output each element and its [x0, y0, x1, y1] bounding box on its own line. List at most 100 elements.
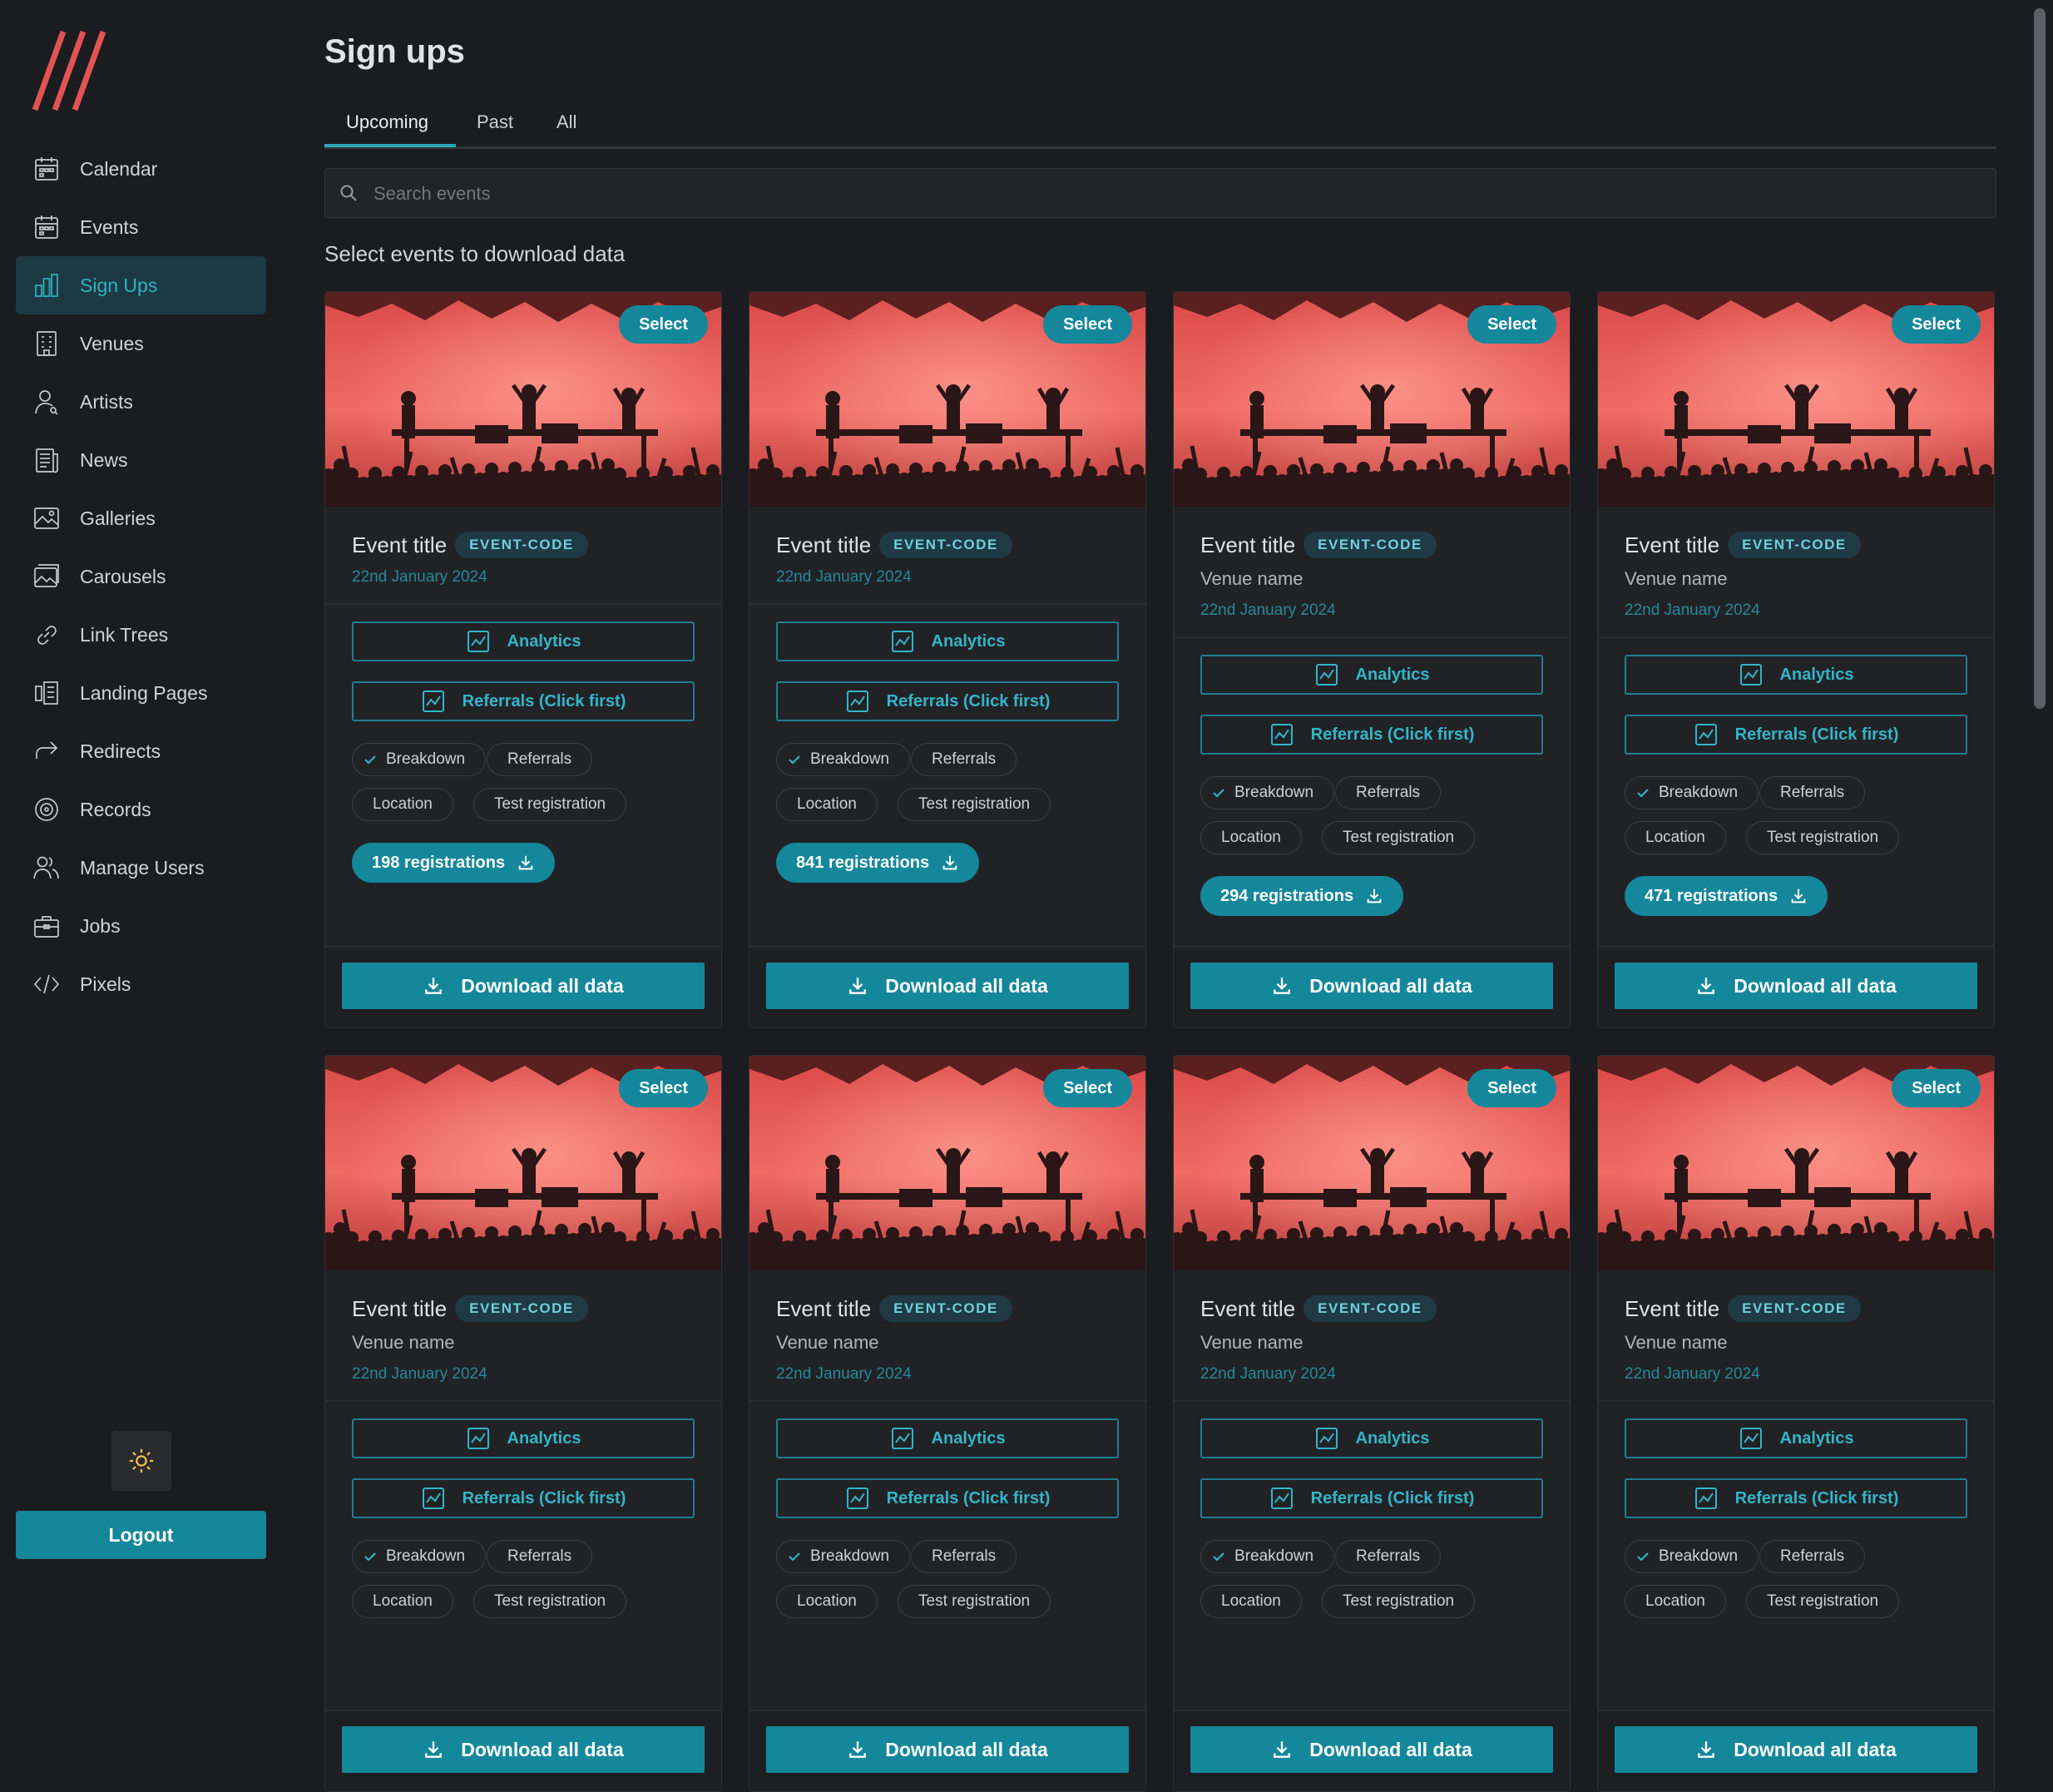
- select-event-button[interactable]: Select: [619, 1069, 708, 1107]
- select-event-button[interactable]: Select: [1467, 1069, 1556, 1107]
- chip-breakdown[interactable]: Breakdown: [1200, 1540, 1335, 1573]
- download-all-button[interactable]: Download all data: [1190, 963, 1553, 1009]
- sidebar-item-artists[interactable]: Artists: [16, 373, 266, 431]
- analytics-button[interactable]: Analytics: [1625, 1418, 1967, 1458]
- download-registrations-button[interactable]: 841 registrations: [776, 843, 980, 883]
- chip-breakdown[interactable]: Breakdown: [1200, 776, 1335, 809]
- chip-test-registration[interactable]: Test registration: [1746, 821, 1900, 854]
- chip-test-registration[interactable]: Test registration: [1322, 1585, 1476, 1618]
- sidebar-item-label: Records: [80, 798, 151, 820]
- select-event-button[interactable]: Select: [1892, 1069, 1981, 1107]
- chip-referrals[interactable]: Referrals: [1759, 776, 1866, 809]
- chip-location[interactable]: Location: [352, 1585, 453, 1618]
- referrals-button[interactable]: Referrals (Click first): [1625, 1478, 1967, 1518]
- download-all-button[interactable]: Download all data: [766, 1726, 1129, 1773]
- download-all-button[interactable]: Download all data: [342, 1726, 705, 1773]
- brand-logo[interactable]: [32, 30, 111, 113]
- sidebar-item-redirects[interactable]: Redirects: [16, 722, 266, 780]
- chip-test-registration[interactable]: Test registration: [1746, 1585, 1900, 1618]
- sidebar-item-link-trees[interactable]: Link Trees: [16, 606, 266, 664]
- referrals-button[interactable]: Referrals (Click first): [1625, 715, 1967, 755]
- sidebar-item-venues[interactable]: Venues: [16, 314, 266, 373]
- chip-location[interactable]: Location: [776, 788, 878, 821]
- chip-breakdown[interactable]: Breakdown: [352, 1540, 487, 1573]
- search-input[interactable]: [372, 169, 1956, 219]
- chip-referrals[interactable]: Referrals: [911, 743, 1017, 776]
- sidebar-item-events[interactable]: Events: [16, 198, 266, 256]
- download-registrations-button[interactable]: 471 registrations: [1625, 876, 1828, 916]
- chip-location[interactable]: Location: [1200, 1585, 1302, 1618]
- chip-location[interactable]: Location: [776, 1585, 878, 1618]
- download-all-button[interactable]: Download all data: [1190, 1726, 1553, 1773]
- event-title: Event title: [776, 1295, 872, 1321]
- analytics-button[interactable]: Analytics: [1625, 655, 1967, 695]
- sidebar-item-label: Artists: [80, 390, 133, 413]
- logout-button[interactable]: Logout: [16, 1511, 266, 1559]
- scrollbar-thumb[interactable]: [2034, 8, 2046, 709]
- chip-test-registration[interactable]: Test registration: [898, 1585, 1051, 1618]
- download-registrations-button[interactable]: 198 registrations: [352, 843, 556, 883]
- chip-breakdown[interactable]: Breakdown: [1625, 776, 1759, 809]
- analytics-button[interactable]: Analytics: [776, 1418, 1119, 1458]
- sidebar-item-news[interactable]: News: [16, 431, 266, 489]
- event-title-row: Event title EVENT-CODE: [776, 532, 1012, 558]
- select-event-button[interactable]: Select: [1892, 305, 1981, 344]
- chip-test-registration[interactable]: Test registration: [473, 1585, 627, 1618]
- chip-breakdown[interactable]: Breakdown: [352, 743, 487, 776]
- select-event-button[interactable]: Select: [619, 305, 708, 344]
- chip-location[interactable]: Location: [1200, 821, 1302, 854]
- chart-icon: [1314, 662, 1356, 687]
- registrations-count: 294 registrations: [1220, 886, 1354, 905]
- tab-upcoming[interactable]: Upcoming: [346, 111, 428, 133]
- chip-test-registration[interactable]: Test registration: [1322, 821, 1476, 854]
- referrals-button[interactable]: Referrals (Click first): [776, 681, 1119, 721]
- select-event-button[interactable]: Select: [1467, 305, 1556, 344]
- select-event-button[interactable]: Select: [1043, 1069, 1132, 1107]
- analytics-button[interactable]: Analytics: [352, 621, 695, 661]
- tab-all[interactable]: All: [557, 111, 576, 133]
- download-registrations-button[interactable]: 294 registrations: [1200, 876, 1404, 916]
- sidebar-item-records[interactable]: Records: [16, 780, 266, 839]
- referrals-button[interactable]: Referrals (Click first): [776, 1478, 1119, 1518]
- chip-breakdown[interactable]: Breakdown: [776, 1540, 911, 1573]
- sidebar-item-landing-pages[interactable]: Landing Pages: [16, 664, 266, 722]
- analytics-button[interactable]: Analytics: [1200, 1418, 1543, 1458]
- chip-referrals[interactable]: Referrals: [1335, 776, 1442, 809]
- analytics-button[interactable]: Analytics: [352, 1418, 695, 1458]
- chip-location[interactable]: Location: [352, 788, 453, 821]
- chip-test-registration[interactable]: Test registration: [473, 788, 627, 821]
- sidebar-item-carousels[interactable]: Carousels: [16, 547, 266, 606]
- referrals-button[interactable]: Referrals (Click first): [1200, 1478, 1543, 1518]
- sidebar-item-calendar[interactable]: Calendar: [16, 140, 266, 198]
- chip-location[interactable]: Location: [1625, 821, 1726, 854]
- download-all-button[interactable]: Download all data: [766, 963, 1129, 1009]
- chip-referrals[interactable]: Referrals: [487, 743, 593, 776]
- chip-referrals[interactable]: Referrals: [911, 1540, 1017, 1573]
- download-all-button[interactable]: Download all data: [342, 963, 705, 1009]
- sidebar-item-pixels[interactable]: Pixels: [16, 955, 266, 1013]
- chip-test-registration[interactable]: Test registration: [898, 788, 1051, 821]
- sidebar-item-manage-users[interactable]: Manage Users: [16, 839, 266, 897]
- referrals-button[interactable]: Referrals (Click first): [352, 681, 695, 721]
- chip-referrals[interactable]: Referrals: [1335, 1540, 1442, 1573]
- analytics-button[interactable]: Analytics: [1200, 655, 1543, 695]
- sidebar-item-jobs[interactable]: Jobs: [16, 897, 266, 955]
- download-all-button[interactable]: Download all data: [1615, 1726, 1977, 1773]
- chip-breakdown[interactable]: Breakdown: [1625, 1540, 1759, 1573]
- theme-toggle-button[interactable]: [111, 1431, 171, 1491]
- chart-icon: [1694, 722, 1735, 747]
- chip-referrals[interactable]: Referrals: [1759, 1540, 1866, 1573]
- sidebar-item-sign-ups[interactable]: Sign Ups: [16, 256, 266, 314]
- referrals-button[interactable]: Referrals (Click first): [352, 1478, 695, 1518]
- chip-location[interactable]: Location: [1625, 1585, 1726, 1618]
- analytics-button[interactable]: Analytics: [776, 621, 1119, 661]
- check-icon: [787, 752, 810, 767]
- tab-past[interactable]: Past: [477, 111, 513, 133]
- download-all-button[interactable]: Download all data: [1615, 963, 1977, 1009]
- select-event-button[interactable]: Select: [1043, 305, 1132, 344]
- chip-breakdown[interactable]: Breakdown: [776, 743, 911, 776]
- chip-referrals[interactable]: Referrals: [487, 1540, 593, 1573]
- sidebar-item-galleries[interactable]: Galleries: [16, 489, 266, 547]
- referrals-button[interactable]: Referrals (Click first): [1200, 715, 1543, 755]
- event-title-row: Event title EVENT-CODE: [1625, 1295, 1861, 1322]
